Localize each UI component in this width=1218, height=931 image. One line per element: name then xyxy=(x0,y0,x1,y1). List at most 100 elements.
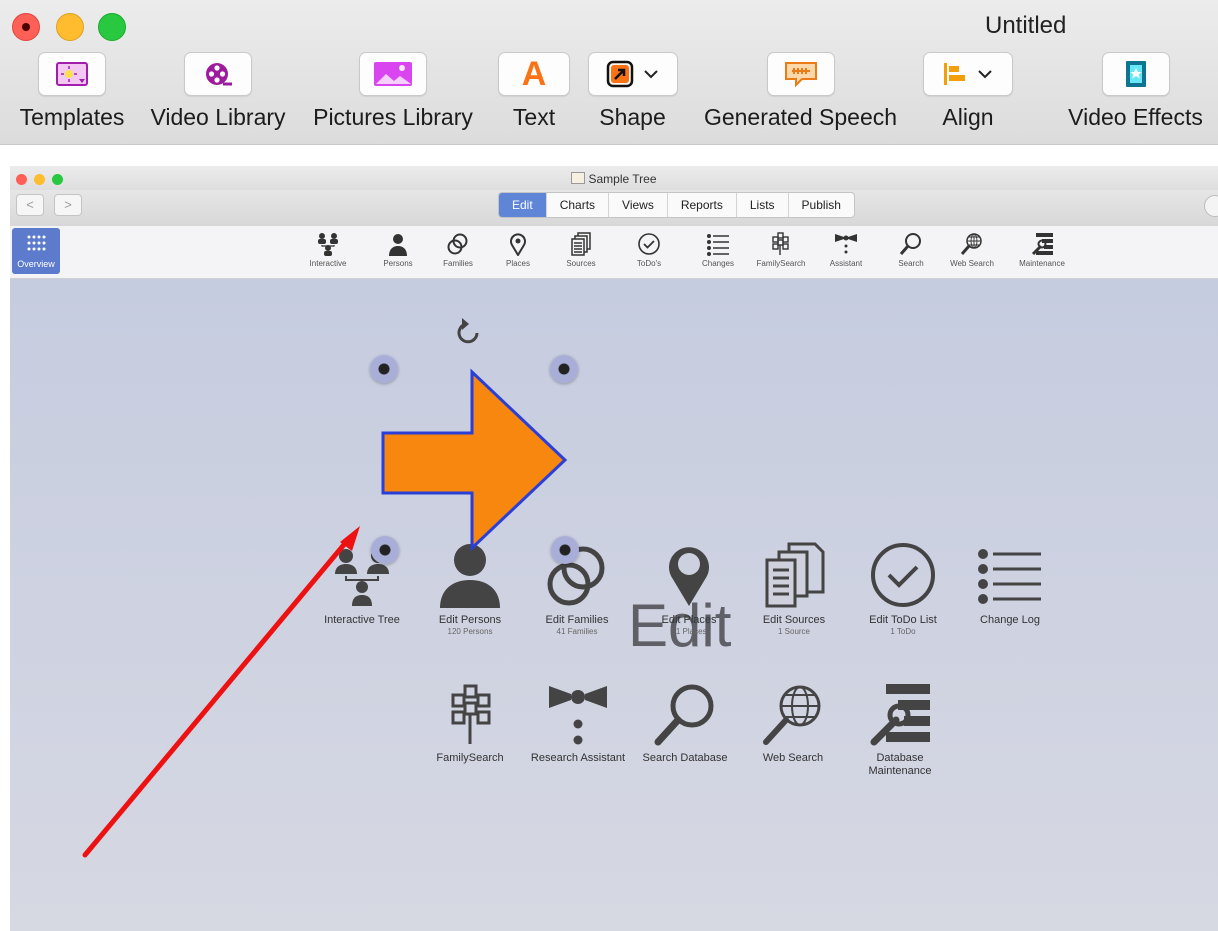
forward-button[interactable]: > xyxy=(54,194,82,216)
item-count: 120 Persons xyxy=(447,627,493,636)
templates-button[interactable]: Templates xyxy=(8,52,136,131)
icon-bar-interactive[interactable]: Interactive xyxy=(298,230,358,268)
list-icon xyxy=(688,230,748,258)
tab-edit[interactable]: Edit xyxy=(499,193,547,217)
change-log-item[interactable]: Change Log xyxy=(955,536,1065,626)
item-label: Search Database xyxy=(642,752,728,764)
web-search-item[interactable]: Web Search xyxy=(738,674,848,764)
overview-button[interactable]: Overview xyxy=(12,228,60,274)
shape-resize-handle[interactable] xyxy=(370,355,398,383)
icon-bar-label: Persons xyxy=(383,259,413,268)
icon-bar-todos[interactable]: ToDo's xyxy=(619,230,679,268)
window-title: Untitled xyxy=(985,12,1067,39)
icon-bar-maintenance[interactable]: Maintenance xyxy=(1012,230,1072,268)
familysearch-item[interactable]: FamilySearch xyxy=(415,674,525,764)
checkmark-circle-icon xyxy=(848,536,958,608)
edit-places-item[interactable]: Edit Places 51 Places xyxy=(634,536,744,636)
item-label: Edit ToDo List xyxy=(869,614,937,626)
edit-icon-bar: Overview Interactive Persons Families Pl… xyxy=(10,226,1218,279)
item-label-line2: Maintenance xyxy=(868,765,932,777)
item-label: Interactive Tree xyxy=(324,614,400,626)
magnifier-icon xyxy=(630,674,740,746)
item-count: 51 Places xyxy=(671,627,707,636)
speech-bubble-icon xyxy=(766,52,835,96)
picture-icon xyxy=(359,52,427,96)
close-button[interactable] xyxy=(12,13,40,41)
shape-resize-handle[interactable] xyxy=(551,536,579,564)
familysearch-tree-icon xyxy=(751,230,811,258)
edit-persons-item[interactable]: Edit Persons 120 Persons xyxy=(415,536,525,636)
icon-bar-places[interactable]: Places xyxy=(488,230,548,268)
shape-arrow-icon xyxy=(587,52,678,96)
grid-icon xyxy=(27,235,46,251)
toolbar-label: Shape xyxy=(599,104,666,130)
icon-bar-label: Sources xyxy=(566,259,596,268)
video-effects-button[interactable]: Video Effects xyxy=(1058,52,1213,131)
icon-bar-label: FamilySearch xyxy=(756,259,806,268)
search-database-item[interactable]: Search Database xyxy=(630,674,740,764)
item-label: Database xyxy=(876,752,924,764)
interactive-tree-item[interactable]: Interactive Tree xyxy=(307,536,417,626)
item-count: 1 ToDo xyxy=(890,627,916,636)
item-label: Web Search xyxy=(762,752,824,764)
icon-bar-families[interactable]: Families xyxy=(428,230,488,268)
text-button[interactable]: A Text xyxy=(494,52,574,131)
person-icon xyxy=(368,230,428,258)
templates-icon xyxy=(38,52,106,96)
research-assistant-item[interactable]: Research Assistant xyxy=(523,674,633,764)
inner-title-bar: Sample Tree xyxy=(10,166,1218,190)
bowtie-icon xyxy=(816,230,876,258)
family-tree-icon xyxy=(298,230,358,258)
item-label: Edit Places xyxy=(661,614,717,626)
letter-a-icon: A xyxy=(498,52,570,96)
map-pin-icon xyxy=(488,230,548,258)
back-button[interactable]: < xyxy=(16,194,44,216)
edit-todo-item[interactable]: Edit ToDo List 1 ToDo xyxy=(848,536,958,636)
icon-bar-label: Web Search xyxy=(950,259,994,268)
pictures-library-button[interactable]: Pictures Library xyxy=(303,52,483,131)
icon-bar-web-search[interactable]: Web Search xyxy=(942,230,1002,268)
wrench-database-icon xyxy=(1012,230,1072,258)
item-count: 41 Families xyxy=(556,627,598,636)
icon-bar-changes[interactable]: Changes xyxy=(688,230,748,268)
tab-publish[interactable]: Publish xyxy=(789,193,854,217)
tree-file-icon xyxy=(571,172,586,184)
shape-button[interactable]: Shape xyxy=(585,52,680,131)
icon-bar-assistant[interactable]: Assistant xyxy=(816,230,876,268)
family-tree-icon xyxy=(307,536,417,608)
icon-bar-label: Assistant xyxy=(829,259,863,268)
icon-bar-search[interactable]: Search xyxy=(881,230,941,268)
documents-icon xyxy=(551,230,611,258)
tab-reports[interactable]: Reports xyxy=(668,193,737,217)
tab-lists[interactable]: Lists xyxy=(737,193,789,217)
item-count: 1 Source xyxy=(777,627,811,636)
tab-views[interactable]: Views xyxy=(609,193,668,217)
toolbar-label: Align xyxy=(942,104,994,130)
shape-resize-handle[interactable] xyxy=(550,355,578,383)
checkmark-circle-icon xyxy=(619,230,679,258)
globe-search-icon xyxy=(738,674,848,746)
rings-icon xyxy=(428,230,488,258)
icon-bar-familysearch[interactable]: FamilySearch xyxy=(751,230,811,268)
icon-bar-sources[interactable]: Sources xyxy=(551,230,611,268)
item-label: Edit Families xyxy=(545,614,609,626)
zoom-button[interactable] xyxy=(98,13,126,41)
edit-sources-item[interactable]: Edit Sources 1 Source xyxy=(739,536,849,636)
overview-label: Overview xyxy=(17,259,55,269)
item-label: Change Log xyxy=(980,614,1040,626)
toolbar-label: Video Library xyxy=(150,104,286,130)
align-button[interactable]: Align xyxy=(918,52,1018,131)
database-maintenance-item[interactable]: Database Maintenance xyxy=(845,674,955,777)
minimize-button[interactable] xyxy=(56,13,84,41)
generated-speech-button[interactable]: Generated Speech xyxy=(693,52,908,131)
map-pin-icon xyxy=(634,536,744,608)
shape-resize-handle[interactable] xyxy=(371,536,399,564)
help-button[interactable] xyxy=(1204,195,1218,217)
item-label: Research Assistant xyxy=(530,752,626,764)
video-library-button[interactable]: Video Library xyxy=(143,52,293,131)
documents-icon xyxy=(739,536,849,608)
tab-charts[interactable]: Charts xyxy=(547,193,610,217)
icon-bar-persons[interactable]: Persons xyxy=(368,230,428,268)
icon-bar-label: ToDo's xyxy=(636,259,662,268)
inner-nav-bar: < > Edit Charts Views Reports Lists Publ… xyxy=(10,190,1218,226)
